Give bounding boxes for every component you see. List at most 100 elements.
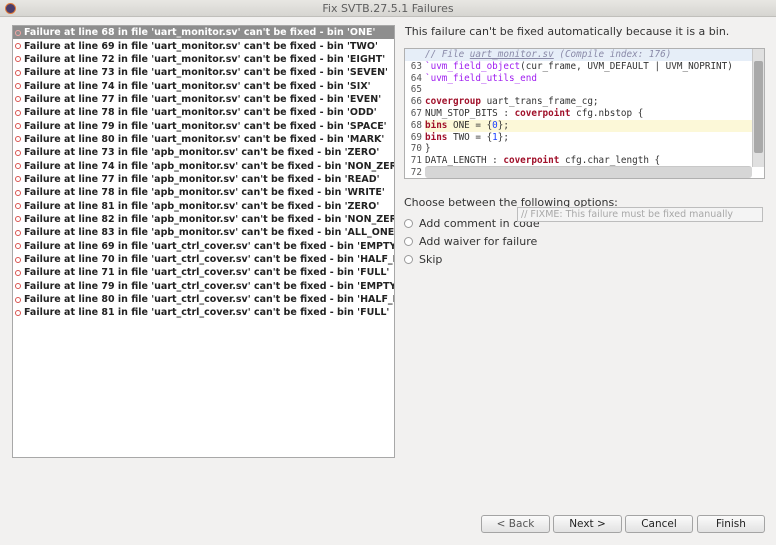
failure-list-item[interactable]: Failure at line 72 in file 'uart_monitor…	[13, 53, 394, 66]
failure-text: Failure at line 77 in file 'apb_monitor.…	[24, 173, 380, 185]
line-number: 71	[410, 155, 422, 167]
error-icon	[15, 176, 21, 183]
failure-list-item[interactable]: Failure at line 73 in file 'apb_monitor.…	[13, 146, 394, 159]
failure-text: Failure at line 72 in file 'uart_monitor…	[24, 53, 386, 65]
code-token: };	[497, 119, 509, 131]
failure-text: Failure at line 78 in file 'apb_monitor.…	[24, 187, 385, 199]
code-token: (cur_frame, UVM_DEFAULT | UVM_NOPRINT)	[520, 60, 733, 72]
line-number: 67	[410, 107, 422, 119]
failure-list-item[interactable]: Failure at line 71 in file 'uart_ctrl_co…	[13, 266, 394, 279]
failure-list[interactable]: Failure at line 68 in file 'uart_monitor…	[12, 25, 395, 458]
error-icon	[15, 29, 21, 36]
code-header: // File uart_monitor.sv (Compile index: …	[405, 49, 764, 61]
header-prefix: // File	[425, 49, 470, 60]
error-icon	[15, 203, 21, 210]
code-token: NUM_STOP_BITS :	[425, 107, 515, 119]
failure-text: Failure at line 74 in file 'apb_monitor.…	[24, 160, 395, 172]
failure-list-item[interactable]: Failure at line 68 in file 'uart_monitor…	[13, 26, 394, 40]
failure-list-item[interactable]: Failure at line 77 in file 'uart_monitor…	[13, 93, 394, 106]
failure-list-item[interactable]: Failure at line 78 in file 'uart_monitor…	[13, 106, 394, 119]
failure-list-item[interactable]: Failure at line 80 in file 'uart_ctrl_co…	[13, 293, 394, 306]
option-add-waiver[interactable]: Add waiver for failure	[404, 232, 618, 250]
failure-text: Failure at line 80 in file 'uart_ctrl_co…	[24, 294, 395, 306]
error-icon	[15, 309, 21, 316]
failure-list-item[interactable]: Failure at line 81 in file 'apb_monitor.…	[13, 199, 394, 212]
code-token: }	[425, 143, 431, 155]
code-token: DATA_LENGTH :	[425, 155, 504, 167]
code-token: bins	[425, 119, 448, 131]
failure-text: Failure at line 80 in file 'uart_monitor…	[24, 133, 385, 145]
error-icon	[15, 256, 21, 263]
error-icon	[15, 149, 21, 156]
horizontal-scrollbar[interactable]	[425, 166, 752, 178]
back-button[interactable]: < Back	[481, 515, 550, 533]
code-viewer: // File uart_monitor.sv (Compile index: …	[404, 48, 765, 179]
failure-list-item[interactable]: Failure at line 78 in file 'apb_monitor.…	[13, 186, 394, 199]
failure-list-item[interactable]: Failure at line 77 in file 'apb_monitor.…	[13, 173, 394, 186]
failure-text: Failure at line 83 in file 'apb_monitor.…	[24, 227, 395, 239]
code-token: `uvm_field_utils_end	[425, 72, 537, 84]
failure-list-item[interactable]: Failure at line 74 in file 'uart_monitor…	[13, 79, 394, 92]
code-token: cfg.char_length {	[559, 155, 661, 167]
failure-list-item[interactable]: Failure at line 83 in file 'apb_monitor.…	[13, 226, 394, 239]
radio-icon[interactable]	[404, 254, 413, 264]
option-label: Skip	[419, 252, 443, 266]
error-icon	[15, 229, 21, 236]
error-icon	[15, 216, 21, 223]
code-token: uart_trans_frame_cg;	[480, 96, 599, 108]
code-line: 63 `uvm_field_object(cur_frame, UVM_DEFAU…	[405, 61, 764, 73]
error-icon	[15, 43, 21, 50]
next-button[interactable]: Next >	[553, 515, 622, 533]
failure-list-item[interactable]: Failure at line 74 in file 'apb_monitor.…	[13, 159, 394, 172]
failure-text: Failure at line 68 in file 'uart_monitor…	[24, 27, 376, 39]
code-token: coverpoint	[503, 155, 560, 167]
finish-button[interactable]: Finish	[697, 515, 765, 533]
failure-text: Failure at line 71 in file 'uart_ctrl_co…	[24, 267, 390, 279]
code-token: TWO = {	[447, 131, 493, 143]
line-number: 66	[410, 96, 422, 108]
error-icon	[15, 83, 21, 90]
code-line: 68 bins ONE = {0};	[405, 119, 764, 132]
failure-list-item[interactable]: Failure at line 73 in file 'uart_monitor…	[13, 66, 394, 79]
error-icon	[15, 189, 21, 196]
error-icon	[15, 243, 21, 250]
failure-list-item[interactable]: Failure at line 70 in file 'uart_ctrl_co…	[13, 253, 394, 266]
option-label: Add waiver for failure	[419, 234, 538, 248]
code-token: coverpoint	[514, 107, 571, 119]
scroll-thumb[interactable]	[754, 61, 763, 153]
code-token: ONE = {	[447, 119, 493, 131]
failure-list-item[interactable]: Failure at line 80 in file 'uart_monitor…	[13, 133, 394, 146]
line-number: 68	[410, 119, 422, 131]
error-icon	[15, 283, 21, 290]
error-icon	[15, 269, 21, 276]
error-icon	[15, 69, 21, 76]
option-skip[interactable]: Skip	[404, 250, 618, 268]
code-token: bins	[425, 131, 448, 143]
failure-message: This failure can't be fixed automaticall…	[405, 25, 730, 38]
title-bar: Fix SVTB.27.5.1 Failures	[0, 0, 776, 17]
failure-list-item[interactable]: Failure at line 79 in file 'uart_monitor…	[13, 119, 394, 132]
failure-text: Failure at line 74 in file 'uart_monitor…	[24, 80, 371, 92]
failure-list-item[interactable]: Failure at line 79 in file 'uart_ctrl_co…	[13, 280, 394, 293]
failure-list-item[interactable]: Failure at line 82 in file 'apb_monitor.…	[13, 213, 394, 226]
file-link[interactable]: uart_monitor.sv	[470, 49, 554, 60]
window-title: Fix SVTB.27.5.1 Failures	[322, 2, 454, 15]
code-line: 67 NUM_STOP_BITS : coverpoint cfg.nbstop …	[405, 108, 764, 120]
line-number: 64	[410, 72, 422, 84]
error-icon	[15, 123, 21, 130]
failure-list-item[interactable]: Failure at line 81 in file 'uart_ctrl_co…	[13, 306, 394, 319]
line-number: 65	[410, 84, 422, 96]
radio-icon[interactable]	[404, 236, 413, 246]
error-icon	[15, 136, 21, 143]
error-icon	[15, 56, 21, 63]
code-token: };	[497, 131, 509, 143]
failure-list-item[interactable]: Failure at line 69 in file 'uart_monitor…	[13, 39, 394, 52]
failure-list-item[interactable]: Failure at line 69 in file 'uart_ctrl_co…	[13, 240, 394, 253]
line-number: 72	[410, 166, 422, 178]
comment-input[interactable]: // FIXME: This failure must be fixed man…	[517, 207, 763, 222]
vertical-scrollbar[interactable]	[752, 49, 764, 167]
radio-icon[interactable]	[404, 218, 413, 228]
error-icon	[15, 96, 21, 103]
failure-text: Failure at line 82 in file 'apb_monitor.…	[24, 213, 395, 225]
cancel-button[interactable]: Cancel	[625, 515, 693, 533]
